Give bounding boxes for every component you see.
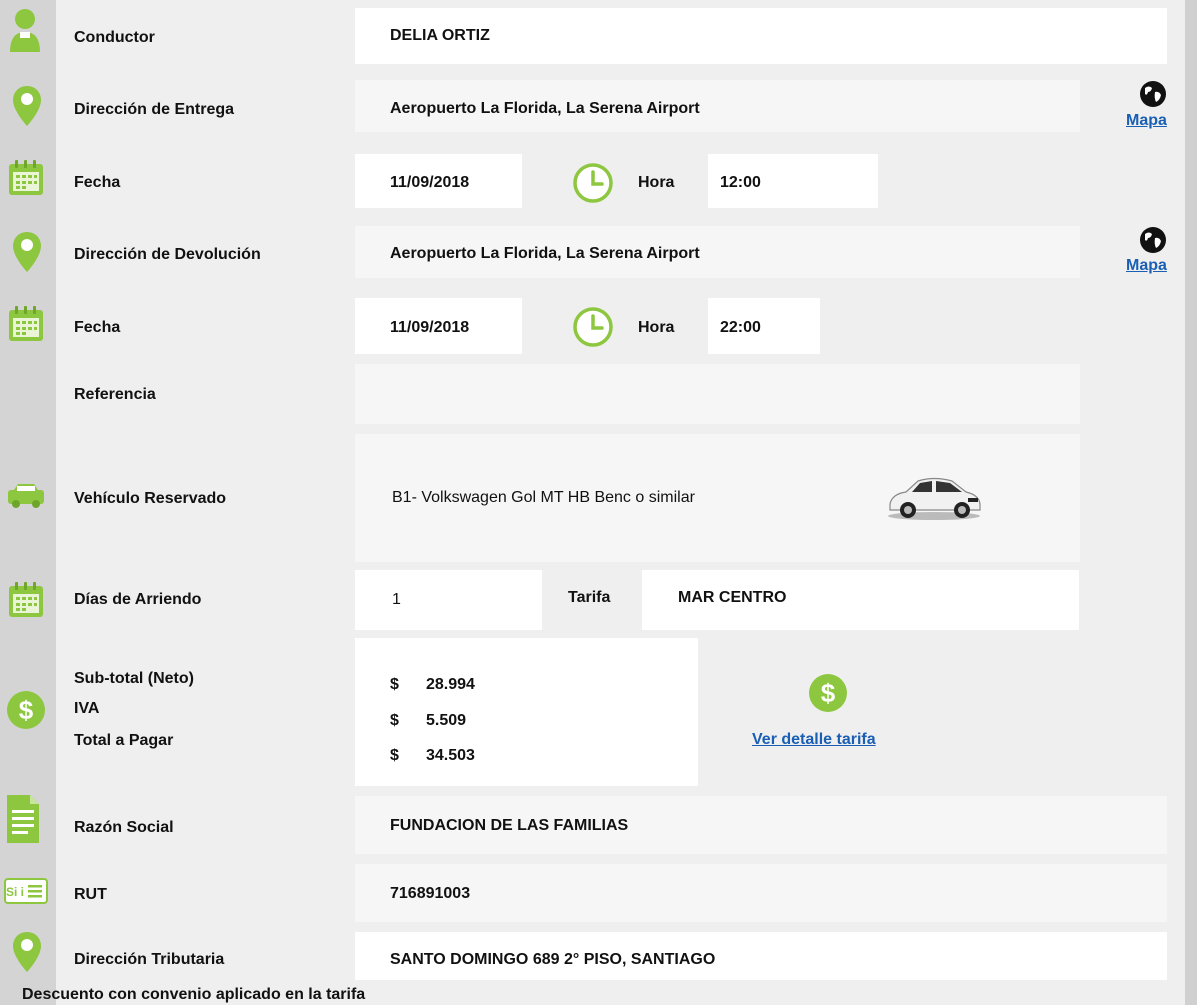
location-pin-icon [13,86,41,126]
tarifa-value: MAR CENTRO [678,589,787,606]
total-value: 34.503 [426,747,475,764]
map-link-devolucion[interactable]: Mapa [1126,257,1167,275]
calendar-icon [9,306,43,341]
referencia-cell [355,364,1080,424]
dollar-icon[interactable]: $ [808,673,848,713]
dias-value: 1 [392,591,401,608]
globe-icon[interactable] [1139,80,1167,108]
location-pin-icon [13,232,41,272]
entrega-value: Aeropuerto La Florida, La Serena Airport [390,100,700,117]
location-pin-icon [13,932,41,972]
referencia-label: Referencia [74,386,156,403]
currency-symbol: $ [390,712,399,729]
map-link-entrega[interactable]: Mapa [1126,112,1167,130]
direccion-tributaria-label: Dirección Tributaria [74,951,225,968]
fecha-devolucion-label: Fecha [74,319,121,336]
vehiculo-value: B1- Volkswagen Gol MT HB Benc o similar [392,489,695,506]
rut-label: RUT [74,886,107,903]
rut-cell [355,864,1167,922]
entrega-label: Dirección de Entrega [74,101,235,118]
conductor-value: DELIA ORTIZ [390,27,490,44]
globe-icon[interactable] [1139,226,1167,254]
conductor-label: Conductor [74,29,155,46]
dollar-icon: $ [7,691,45,729]
svg-text:Si i: Si i [6,885,24,899]
hora-entrega-value: 12:00 [720,174,761,191]
clock-icon [573,307,613,347]
fecha-entrega-value: 11/09/2018 [390,174,470,191]
fecha-devolucion-value: 11/09/2018 [390,319,470,336]
ver-detalle-tarifa-link[interactable]: Ver detalle tarifa [752,731,876,749]
hora-entrega-label: Hora [638,174,675,191]
svg-text:$: $ [19,695,34,725]
discount-note: Descuento con convenio aplicado en la ta… [22,986,366,1003]
dias-label: Días de Arriendo [74,591,202,608]
iva-label: IVA [74,700,100,717]
fecha-entrega-label: Fecha [74,174,121,191]
currency-symbol: $ [390,747,399,764]
person-icon [10,9,40,52]
rut-value: 716891003 [390,885,471,902]
svg-text:$: $ [821,678,836,708]
id-card-icon: Si i [4,878,48,904]
razon-social-label: Razón Social [74,819,174,836]
document-icon [7,795,39,843]
car-photo [888,477,981,520]
devolucion-value: Aeropuerto La Florida, La Serena Airport [390,245,700,262]
dias-cell [355,570,542,630]
currency-symbol: $ [390,676,399,693]
calendar-icon [9,582,43,617]
car-icon [8,484,44,508]
iva-value: 5.509 [426,712,467,729]
clock-icon [573,163,613,203]
subtotal-value: 28.994 [426,676,475,693]
totales-cell [355,638,698,786]
tarifa-label: Tarifa [568,589,611,606]
direccion-tributaria-value: SANTO DOMINGO 689 2° PISO, SANTIAGO [390,951,716,968]
hora-devolucion-value: 22:00 [720,319,761,336]
hora-devolucion-label: Hora [638,319,675,336]
total-label: Total a Pagar [74,732,174,749]
calendar-icon [9,160,43,195]
subtotal-label: Sub-total (Neto) [74,670,194,687]
vehiculo-label: Vehículo Reservado [74,490,227,507]
devolucion-label: Dirección de Devolución [74,246,261,263]
razon-social-value: FUNDACION DE LAS FAMILIAS [390,817,629,834]
right-margin [1185,0,1197,1005]
